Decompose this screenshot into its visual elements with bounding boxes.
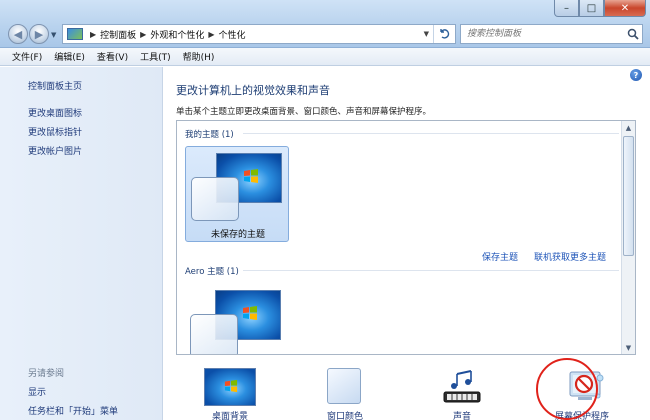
minimize-button[interactable]: – — [554, 0, 579, 17]
display-link[interactable]: 显示 — [28, 385, 46, 398]
breadcrumb-control-panel[interactable]: 控制面板 — [100, 28, 136, 41]
window-color-preview — [190, 314, 238, 354]
scrollbar-thumb[interactable] — [623, 136, 634, 256]
themes-scrollbar[interactable]: ▲ ▼ — [621, 121, 635, 354]
back-arrow-icon: ◀ — [13, 27, 23, 41]
windows-logo-icon — [243, 306, 257, 320]
change-account-picture-link[interactable]: 更改帐户图片 — [28, 144, 82, 157]
see-also-heading: 另请参阅 — [28, 369, 65, 379]
search-box[interactable] — [460, 24, 643, 44]
window-color-preview — [191, 177, 239, 221]
windows-logo-icon — [244, 169, 258, 183]
scroll-up-icon[interactable]: ▲ — [622, 121, 635, 134]
help-icon[interactable]: ? — [630, 69, 642, 81]
window-color-setting[interactable]: 窗口颜色 — [300, 366, 384, 420]
refresh-button[interactable] — [433, 25, 455, 43]
control-panel-icon — [67, 28, 83, 40]
left-task-pane: 控制面板主页 更改桌面图标 更改鼠标指针 更改帐户图片 另请参阅 显示 任务栏和… — [0, 67, 163, 420]
unsaved-theme-tile[interactable]: 未保存的主题 — [185, 146, 289, 242]
address-bar[interactable]: ▶ 控制面板 ▶ 外观和个性化 ▶ 个性化 ▼ — [62, 24, 456, 44]
control-panel-home-link[interactable]: 控制面板主页 — [28, 79, 82, 92]
forward-button[interactable]: ▶ — [29, 24, 49, 44]
search-input[interactable] — [461, 25, 611, 43]
menu-tools[interactable]: 工具(T) — [134, 50, 177, 63]
aero-theme-tile[interactable] — [185, 284, 289, 354]
change-desktop-icons-link[interactable]: 更改桌面图标 — [28, 106, 82, 119]
desktop-background-setting[interactable]: 桌面背景 — [182, 366, 266, 420]
aero-themes-heading: Aero 主题 (1) — [185, 267, 239, 277]
sounds-icon — [443, 370, 481, 403]
change-mouse-pointers-link[interactable]: 更改鼠标指针 — [28, 125, 82, 138]
breadcrumb-appearance[interactable]: 外观和个性化 — [150, 28, 204, 41]
window-color-label: 窗口颜色 — [326, 412, 363, 420]
menu-bar: 文件(F) 编辑(E) 查看(V) 工具(T) 帮助(H) — [0, 48, 650, 66]
menu-help[interactable]: 帮助(H) — [177, 50, 221, 63]
close-button[interactable]: ✕ — [604, 0, 646, 17]
address-dropdown-icon[interactable]: ▼ — [424, 30, 429, 38]
page-title: 更改计算机上的视觉效果和声音 — [176, 84, 330, 97]
page-description: 单击某个主题立即更改桌面背景、窗口颜色、声音和屏幕保护程序。 — [176, 107, 432, 117]
highlight-circle — [536, 358, 598, 420]
breadcrumb-separator-icon[interactable]: ▶ — [90, 30, 96, 39]
unsaved-theme-label: 未保存的主题 — [210, 230, 265, 240]
menu-view[interactable]: 查看(V) — [91, 50, 134, 63]
scroll-down-icon[interactable]: ▼ — [622, 341, 635, 354]
window-titlebar: – □ ✕ ◀ ▶ ▼ ▶ 控制面板 ▶ 外观和个性化 ▶ 个性化 ▼ — [0, 0, 650, 48]
themes-list: 我的主题 (1) 未保存的主题 保存主题 联机获取更多主题 Aero 主题 (1… — [176, 120, 636, 355]
save-theme-link[interactable]: 保存主题 — [482, 250, 518, 263]
get-more-themes-link[interactable]: 联机获取更多主题 — [534, 250, 606, 263]
breadcrumb-separator-icon[interactable]: ▶ — [208, 30, 214, 39]
recent-pages-dropdown-icon[interactable]: ▼ — [51, 31, 56, 39]
desktop-background-thumbnail — [204, 368, 256, 406]
windows-logo-icon — [224, 379, 238, 393]
window-controls: – □ ✕ — [554, 0, 646, 19]
menu-edit[interactable]: 编辑(E) — [48, 50, 91, 63]
sounds-setting[interactable]: 声音 — [420, 366, 504, 420]
menu-file[interactable]: 文件(F) — [6, 50, 48, 63]
group-divider — [243, 270, 619, 271]
back-button[interactable]: ◀ — [8, 24, 28, 44]
sounds-label: 声音 — [452, 412, 471, 420]
desktop-background-label: 桌面背景 — [211, 412, 248, 420]
breadcrumb-personalization[interactable]: 个性化 — [219, 28, 246, 41]
group-divider — [243, 133, 619, 134]
breadcrumb-separator-icon[interactable]: ▶ — [140, 30, 146, 39]
forward-arrow-icon: ▶ — [34, 27, 44, 41]
taskbar-start-menu-link[interactable]: 任务栏和「开始」菜单 — [28, 404, 118, 417]
refresh-icon — [439, 29, 449, 39]
window-color-thumbnail — [327, 368, 361, 404]
my-themes-heading: 我的主题 (1) — [185, 130, 234, 140]
maximize-button[interactable]: □ — [579, 0, 604, 17]
search-icon[interactable] — [627, 28, 639, 40]
